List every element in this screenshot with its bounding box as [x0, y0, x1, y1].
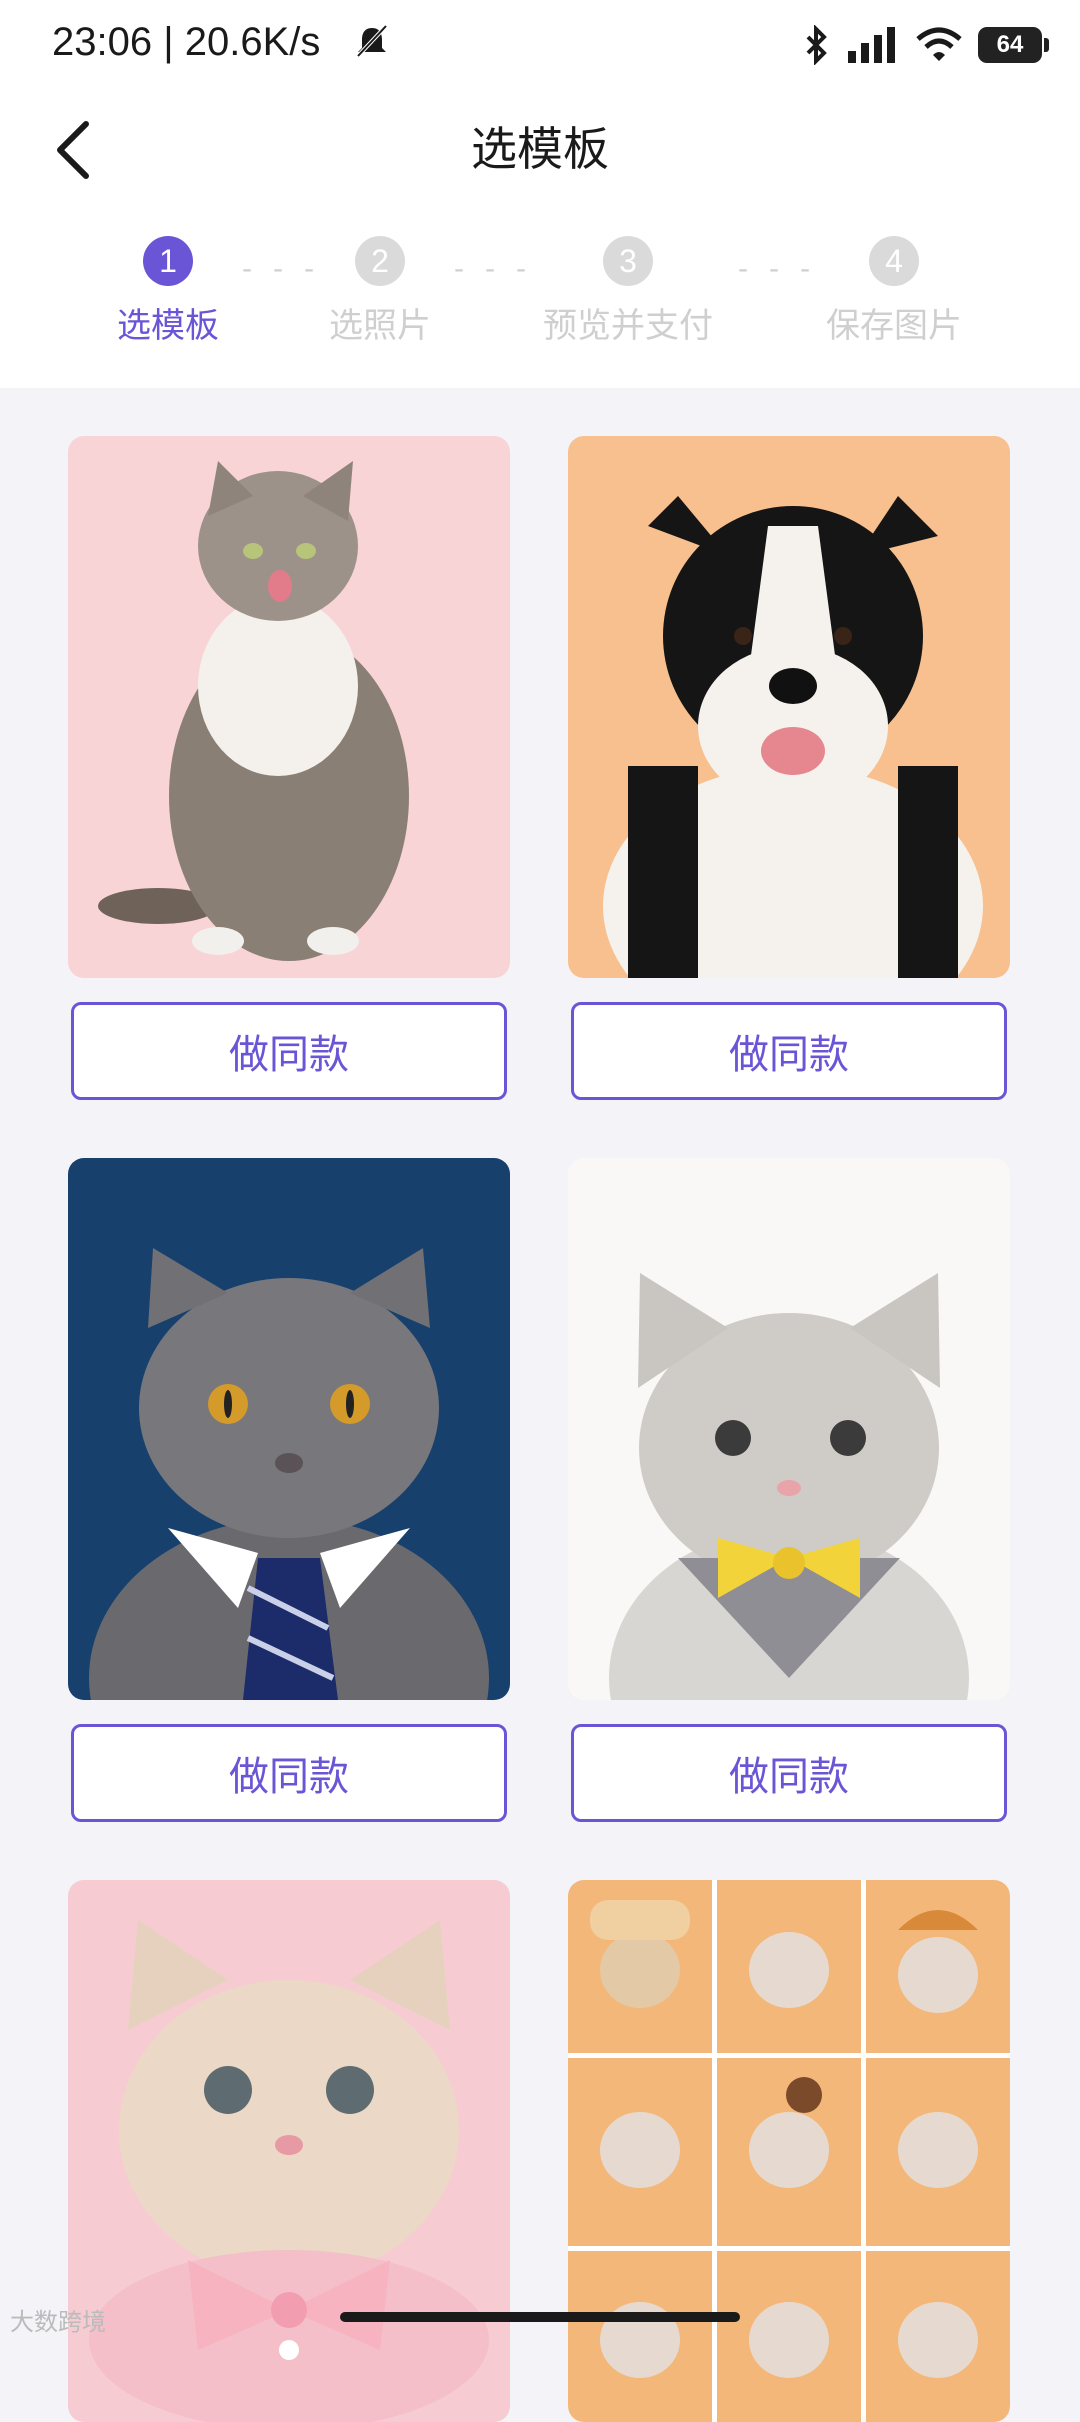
cat-illustration — [98, 461, 409, 961]
step-select-photo: 2 选照片 — [320, 236, 440, 347]
home-indicator[interactable] — [340, 2312, 740, 2322]
step-label: 选模板 — [117, 306, 219, 346]
wifi-icon — [916, 27, 962, 61]
template-image-pink-bow-kitten[interactable] — [68, 1880, 510, 2422]
bluetooth-icon — [806, 25, 827, 65]
step-divider: - - - — [242, 252, 321, 285]
make-same-button[interactable]: 做同款 — [71, 1724, 507, 1822]
signal-icon — [848, 27, 895, 63]
template-image-bowtie-kitten[interactable] — [568, 1158, 1010, 1700]
step-divider: - - - — [738, 252, 817, 285]
cat-illustration — [89, 1248, 489, 1700]
step-preview-pay: 3 预览并支付 — [538, 236, 718, 347]
step-number: 2 — [355, 236, 405, 286]
template-card: 做同款 — [568, 1158, 1010, 1822]
make-same-button[interactable]: 做同款 — [71, 1002, 507, 1100]
template-image-business-cat[interactable] — [68, 1158, 510, 1700]
dog-illustration — [603, 496, 983, 978]
template-card: 做同款 — [68, 436, 510, 1100]
step-number: 1 — [143, 236, 193, 286]
template-image-tabby-cat[interactable] — [68, 436, 510, 978]
template-card: 做同款 — [568, 436, 1010, 1100]
step-select-template: 1 选模板 — [108, 236, 228, 347]
watermark: 大数跨境 — [10, 2308, 106, 2336]
step-label: 保存图片 — [826, 306, 962, 346]
page-title: 选模板 — [471, 122, 609, 176]
kitten-illustration — [89, 1920, 489, 2422]
step-divider: - - - — [454, 252, 533, 285]
step-label: 预览并支付 — [543, 306, 713, 346]
step-label: 选照片 — [329, 306, 431, 346]
battery-indicator: 64 — [978, 27, 1049, 63]
status-time: 23:06 | 20.6K/s — [52, 20, 321, 64]
template-card — [568, 1880, 1010, 2422]
template-card: 做同款 — [68, 1158, 510, 1822]
template-card — [68, 1880, 510, 2422]
header: 选模板 1 选模板 - - - 2 选照片 - - - 3 预览并支付 - - … — [0, 92, 1080, 388]
make-same-button[interactable]: 做同款 — [571, 1002, 1007, 1100]
mute-bell-icon — [356, 24, 388, 58]
kitten-collage-illustration — [568, 1880, 1010, 2422]
make-same-button[interactable]: 做同款 — [571, 1724, 1007, 1822]
step-save-image: 4 保存图片 — [824, 236, 964, 347]
step-number: 3 — [603, 236, 653, 286]
step-number: 4 — [869, 236, 919, 286]
template-image-border-collie[interactable] — [568, 436, 1010, 978]
status-bar: 23:06 | 20.6K/s 64 — [0, 0, 1080, 92]
kitten-illustration — [609, 1273, 969, 1700]
template-image-kitten-collage[interactable] — [568, 1880, 1010, 2422]
